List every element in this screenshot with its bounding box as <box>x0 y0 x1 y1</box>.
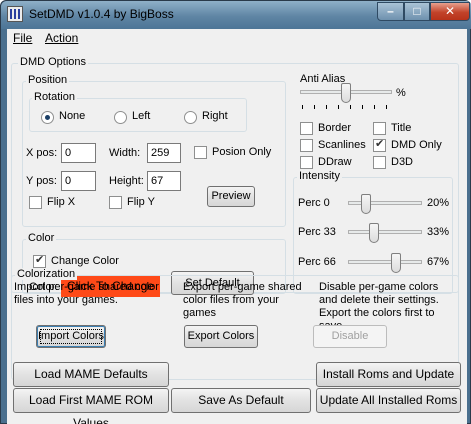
position-only-checkbox[interactable] <box>194 146 207 159</box>
ddraw-label: DDraw <box>318 156 352 168</box>
dmd-only-checkbox[interactable] <box>373 137 386 152</box>
menu-bar: File Action <box>7 29 467 47</box>
title-label: Title <box>391 122 412 134</box>
anti-alias-unit: % <box>396 87 406 99</box>
export-colors-button-label: Export Colors <box>187 330 255 342</box>
close-button[interactable]: ✕ <box>430 2 470 21</box>
scanlines-label: Scanlines <box>318 139 366 151</box>
dmd-options-label: DMD Options <box>18 56 89 68</box>
export-description: Export per-game shared color files from … <box>183 281 302 319</box>
perc0-label: Perc 0 <box>298 197 330 209</box>
perc0-slider-thumb[interactable] <box>360 194 371 214</box>
rotation-group: Rotation None Left Right <box>29 91 247 132</box>
flip-y-label: Flip Y <box>127 196 155 208</box>
perc33-track <box>348 230 422 234</box>
app-icon <box>7 6 23 22</box>
preview-button-label: Preview <box>211 190 251 202</box>
save-as-default-button[interactable]: Save As Default <box>171 388 311 413</box>
client-area: File Action DMD Options Position Rotatio… <box>7 29 467 424</box>
perc0-track <box>348 201 422 205</box>
ypos-input[interactable]: 0 <box>61 171 96 191</box>
perc66-slider-thumb[interactable] <box>390 253 401 273</box>
height-label: Height: <box>109 175 144 187</box>
colorization-label: Colorization <box>15 268 78 280</box>
rotation-left-radio[interactable] <box>114 111 127 124</box>
import-colors-button-label: Import Colors <box>37 326 105 347</box>
update-all-installed-button[interactable]: Update All Installed Roms <box>316 388 461 413</box>
dmd-only-label: DMD Only <box>391 139 442 151</box>
import-colors-button[interactable]: Import Colors <box>36 325 106 348</box>
load-mame-defaults-button[interactable]: Load MAME Defaults <box>13 362 169 387</box>
flip-x-label: Flip X <box>47 196 76 208</box>
window-title: SetDMD v1.0.4 by BigBoss <box>29 7 174 21</box>
ypos-label: Y pos: <box>26 175 57 187</box>
rotation-label: Rotation <box>32 91 77 103</box>
perc33-label: Perc 33 <box>298 226 336 238</box>
change-color-checkbox[interactable] <box>33 253 46 268</box>
rotation-right-label: Right <box>202 110 228 122</box>
disable-button-label: Disable <box>331 330 369 342</box>
width-label: Width: <box>109 147 141 159</box>
menu-file-label: File <box>13 31 33 45</box>
rotation-none-label: None <box>59 110 86 122</box>
rotation-right-radio[interactable] <box>184 111 197 124</box>
border-checkbox[interactable] <box>300 122 313 135</box>
d3d-checkbox[interactable] <box>373 156 386 169</box>
anti-alias-label: Anti Alias <box>300 73 346 85</box>
ddraw-checkbox[interactable] <box>300 156 313 169</box>
app-window: SetDMD v1.0.4 by BigBoss – □ ✕ File Acti… <box>0 0 471 424</box>
height-input[interactable]: 67 <box>147 171 181 191</box>
change-color-label: Change Color <box>51 255 119 267</box>
perc33-value: 33% <box>427 226 450 238</box>
rotation-left-label: Left <box>132 110 151 122</box>
intensity-label: Intensity <box>297 170 342 182</box>
menu-action[interactable]: Action <box>45 31 78 45</box>
perc66-track <box>348 260 422 264</box>
preview-button[interactable]: Preview <box>207 186 255 207</box>
title-bar[interactable]: SetDMD v1.0.4 by BigBoss – □ ✕ <box>1 1 471 29</box>
flip-x-checkbox[interactable] <box>29 196 42 209</box>
perc66-label: Perc 66 <box>298 256 336 268</box>
width-input[interactable]: 259 <box>147 143 181 163</box>
border-label: Border <box>318 122 352 134</box>
dmd-options-group: DMD Options Position Rotation None Left … <box>11 56 459 297</box>
load-first-rom-values-button[interactable]: Load First MAME ROM Values <box>13 388 169 424</box>
perc33-slider-thumb[interactable] <box>369 223 380 243</box>
load-mame-defaults-label: Load MAME Defaults <box>34 367 148 381</box>
perc0-value: 20% <box>427 197 450 209</box>
perc66-value: 67% <box>427 256 450 268</box>
position-label: Position <box>26 74 70 86</box>
rotation-none-radio[interactable] <box>41 111 54 124</box>
minimize-button[interactable]: – <box>377 2 404 21</box>
xpos-input[interactable]: 0 <box>61 143 96 163</box>
position-group: Position Rotation None Left Right X pos:… <box>22 74 286 227</box>
install-roms-update-button[interactable]: Install Roms and Update <box>316 362 461 387</box>
anti-alias-ticks <box>302 105 388 109</box>
position-only-label: Posion Only <box>212 146 272 158</box>
import-description: Import per-game shared color files into … <box>14 281 159 306</box>
export-colors-button[interactable]: Export Colors <box>184 325 258 348</box>
load-first-rom-values-label: Load First MAME ROM Values <box>28 393 154 424</box>
color-label: Color <box>26 232 57 244</box>
xpos-label: X pos: <box>26 147 58 159</box>
update-all-installed-label: Update All Installed Roms <box>319 393 458 407</box>
anti-alias-slider-thumb[interactable] <box>341 83 351 103</box>
maximize-button[interactable]: □ <box>404 2 430 21</box>
scanlines-checkbox[interactable] <box>300 139 313 152</box>
flip-y-checkbox[interactable] <box>109 196 122 209</box>
disable-button[interactable]: Disable <box>313 325 387 348</box>
menu-action-label: Action <box>45 31 79 45</box>
title-checkbox[interactable] <box>373 122 386 135</box>
menu-file[interactable]: File <box>13 31 32 45</box>
d3d-label: D3D <box>391 156 414 168</box>
install-roms-update-label: Install Roms and Update <box>322 367 455 381</box>
save-as-default-label: Save As Default <box>198 393 284 407</box>
